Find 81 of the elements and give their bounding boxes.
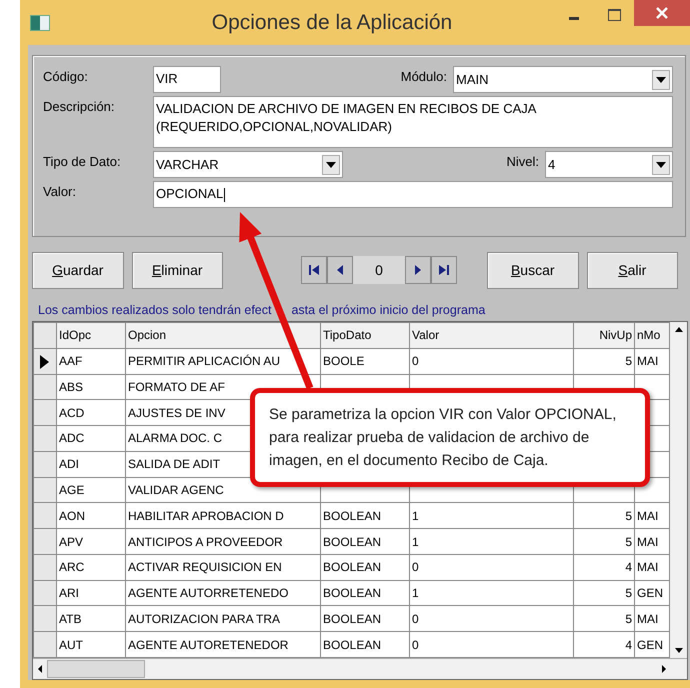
table-cell: AGENTE AUTORRETENEDO [126, 580, 320, 606]
scroll-down-icon[interactable] [674, 648, 684, 654]
table-cell: AGE [56, 477, 126, 503]
field-label: Nivel: [506, 153, 539, 169]
table-cell: ARI [56, 580, 126, 606]
field-label: Módulo: [400, 68, 447, 84]
table-cell: 5 [574, 580, 634, 606]
close-button[interactable] [634, 0, 690, 26]
column-header[interactable]: TipoDato [320, 322, 410, 348]
table-cell: PERMITIR APLICACIÓN AU [126, 348, 320, 374]
field-label: Tipo de Dato: [43, 153, 122, 169]
field-label: Valor: [43, 183, 77, 199]
notice-text: Los cambios realizados solo tendrán efect [38, 303, 272, 317]
code-field[interactable]: VIR [153, 66, 221, 93]
grid-corner [34, 322, 56, 348]
table-cell: ACD [56, 400, 126, 426]
column-header[interactable]: NivUp [574, 322, 634, 348]
table-cell: AUTORIZACION PARA TRA [126, 606, 320, 632]
left-triangle-icon [335, 264, 345, 276]
action-button[interactable]: Guardar [32, 252, 124, 288]
notice-text: asta el próximo inicio del programa [291, 303, 486, 317]
table-cell: BOOLEAN [320, 528, 410, 554]
skip-to-first-icon [308, 264, 320, 276]
column-header[interactable]: Valor [410, 322, 574, 348]
app-icon [30, 14, 50, 30]
action-button[interactable]: Salir [586, 252, 678, 288]
table-cell: 1 [410, 502, 574, 529]
table-cell: ADI [56, 451, 126, 478]
scroll-thumb[interactable] [47, 660, 145, 678]
table-cell: 0 [410, 348, 574, 374]
table-cell: ARC [56, 554, 126, 580]
value-field[interactable]: OPCIONAL [153, 181, 673, 208]
horizontal-scrollbar[interactable] [33, 658, 687, 679]
table-cell: 4 [574, 554, 634, 580]
first-record-button[interactable] [301, 256, 327, 284]
table-cell: 1 [410, 580, 574, 606]
scroll-left-icon[interactable] [37, 664, 43, 674]
previous-record-button[interactable] [327, 256, 353, 284]
table-cell: BOOLE [320, 348, 410, 374]
table-cell: ADC [56, 426, 126, 452]
table-cell: 0 [410, 554, 574, 580]
table-cell: BOOLEAN [320, 502, 410, 529]
column-header[interactable]: nMo [634, 322, 670, 348]
field-label: Código: [43, 68, 89, 84]
table-cell: APV [56, 528, 126, 554]
table-cell: HABILITAR APROBACION D [126, 502, 320, 529]
table-cell: BOOLEAN [320, 580, 410, 606]
data-type-dropdown[interactable]: VARCHAR [153, 151, 343, 178]
table-cell: ATB [56, 606, 126, 632]
table-cell: 5 [574, 502, 634, 529]
scroll-up-icon[interactable] [674, 326, 684, 332]
table-cell: AAF [56, 348, 126, 374]
table-cell: 5 [574, 348, 634, 374]
skip-to-last-icon [438, 264, 450, 276]
action-button[interactable]: Eliminar [132, 252, 223, 288]
table-cell: ACTIVAR REQUISICION EN [126, 554, 320, 580]
action-button[interactable]: Buscar [487, 252, 578, 288]
scroll-right-icon[interactable] [661, 664, 667, 674]
vertical-scrollbar[interactable] [670, 322, 687, 658]
last-record-button[interactable] [431, 256, 457, 284]
table-cell: 5 [574, 528, 634, 554]
level-dropdown[interactable]: 4 [545, 151, 673, 178]
next-record-button[interactable] [405, 256, 431, 284]
table-cell: AON [56, 502, 126, 529]
table-cell: 1 [410, 528, 574, 554]
module-dropdown[interactable]: MAIN [453, 66, 673, 93]
table-cell: BOOLEAN [320, 606, 410, 632]
table-cell: ANTICIPOS A PROVEEDOR [126, 528, 320, 554]
column-header[interactable]: Opcion [126, 322, 320, 348]
description-field[interactable]: VALIDACION DE ARCHIVO DE IMAGEN EN RECIBOS DE CAJA (REQUERIDO,OPCIONAL,NOVALIDAR) [153, 96, 673, 148]
window-title: Opciones de la Aplicación [210, 10, 454, 34]
right-triangle-icon [413, 264, 423, 276]
table-cell: 5 [574, 606, 634, 632]
record-position: 0 [353, 256, 405, 284]
row-selector[interactable] [34, 348, 56, 374]
table-cell: 0 [410, 606, 574, 632]
field-label: Descripción: [43, 98, 116, 114]
table-cell: ABS [56, 374, 126, 400]
column-header[interactable]: IdOpc [56, 322, 126, 348]
close-icon [655, 6, 669, 20]
table-cell: BOOLEAN [320, 554, 410, 580]
